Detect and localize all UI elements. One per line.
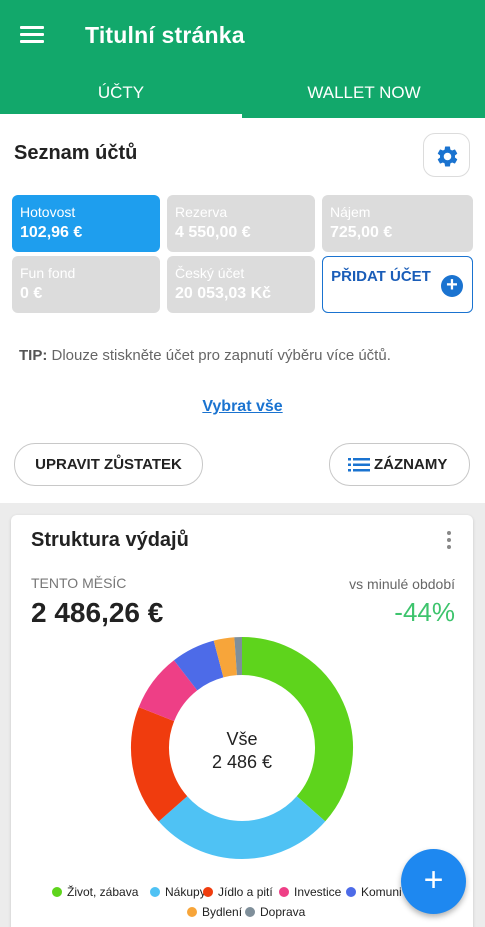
menu-icon[interactable] [18, 24, 48, 48]
legend-label: Jídlo a pití [218, 885, 273, 899]
account-name: Fun fond [20, 265, 76, 281]
plus-circle-icon: + [441, 275, 463, 297]
add-record-fab[interactable]: + [401, 849, 466, 914]
legend-dot [245, 907, 255, 917]
accounts-list-title: Seznam účtů [14, 142, 138, 164]
tip-text: TIP: Dlouze stiskněte účet pro zapnutí v… [19, 347, 391, 364]
account-balance: 4 550,00 € [175, 224, 251, 241]
donut-slice-komuni[interactable] [173, 640, 225, 691]
settings-button[interactable] [423, 133, 470, 177]
legend-dot [203, 887, 213, 897]
tab-accounts[interactable]: ÚČTY [0, 70, 242, 118]
add-account-label: PŘIDAT ÚČET [331, 268, 431, 285]
donut-slice-jídlo-a-pití[interactable] [131, 707, 188, 822]
add-account-button[interactable]: PŘIDAT ÚČET + [322, 256, 473, 313]
tip-body: Dlouze stiskněte účet pro zapnutí výběru… [47, 347, 391, 364]
legend-dot [187, 907, 197, 917]
records-button[interactable]: ZÁZNAMY [329, 443, 470, 486]
edit-balance-button[interactable]: UPRAVIT ZŮSTATEK [14, 443, 203, 486]
list-icon [348, 458, 370, 472]
legend-item: Nákupy [150, 885, 206, 899]
gear-icon [437, 146, 458, 167]
account-card-cesky-ucet[interactable]: Český účet 20 053,03 Kč [167, 256, 315, 313]
donut-slice-nákupy[interactable] [158, 795, 326, 859]
account-balance: 0 € [20, 285, 43, 302]
account-balance: 20 053,03 Kč [175, 285, 272, 302]
donut-center-label: Vše [226, 729, 258, 749]
select-all-link[interactable]: Vybrat vše [0, 398, 485, 416]
account-name: Rezerva [175, 204, 228, 220]
legend-label: Nákupy [165, 885, 206, 899]
expense-donut-chart[interactable] [11, 515, 473, 895]
legend-label: Doprava [260, 905, 306, 919]
legend-item: Bydlení [187, 905, 242, 919]
donut-slice-investice[interactable] [138, 660, 198, 722]
legend-item: Jídlo a pití [203, 885, 273, 899]
account-name: Nájem [330, 204, 371, 220]
donut-center-value: 2 486 € [211, 752, 273, 772]
legend-label: Život, zábava [67, 885, 139, 899]
donut-slice-bydlení[interactable] [213, 637, 238, 678]
legend-dot [52, 887, 62, 897]
legend-label: Investice [294, 885, 342, 899]
tip-prefix: TIP: [19, 347, 48, 364]
page-title: Titulní stránka [85, 22, 245, 48]
account-balance: 725,00 € [330, 224, 393, 241]
legend-dot [279, 887, 289, 897]
app-bar: Titulní stránka ÚČTY WALLET NOW [0, 0, 485, 118]
legend-item: Komuni [346, 885, 402, 899]
account-card-rezerva[interactable]: Rezerva 4 550,00 € [167, 195, 315, 252]
legend-item: Život, zábava [52, 885, 138, 899]
legend-item: Investice [279, 885, 341, 899]
account-name: Český účet [175, 265, 245, 281]
account-balance: 102,96 € [20, 224, 83, 241]
account-card-najem[interactable]: Nájem 725,00 € [322, 195, 473, 252]
account-name: Hotovost [20, 204, 76, 220]
legend-dot [346, 887, 356, 897]
expense-structure-card: Struktura výdajů TENTO MĚSÍC vs minulé o… [11, 515, 473, 927]
legend-item: Doprava [245, 905, 305, 919]
legend-dot [150, 887, 160, 897]
records-label: ZÁZNAMY [374, 456, 448, 473]
legend-label: Komuni [361, 885, 402, 899]
tab-wallet-now[interactable]: WALLET NOW [243, 70, 485, 118]
legend-label: Bydlení [202, 905, 243, 919]
account-card-hotovost[interactable]: Hotovost 102,96 € [12, 195, 160, 252]
accounts-section: Seznam účtů Hotovost 102,96 € Rezerva 4 … [0, 118, 485, 503]
account-card-fun-fond[interactable]: Fun fond 0 € [12, 256, 160, 313]
donut-center: Vše 2 486 € [181, 728, 303, 774]
